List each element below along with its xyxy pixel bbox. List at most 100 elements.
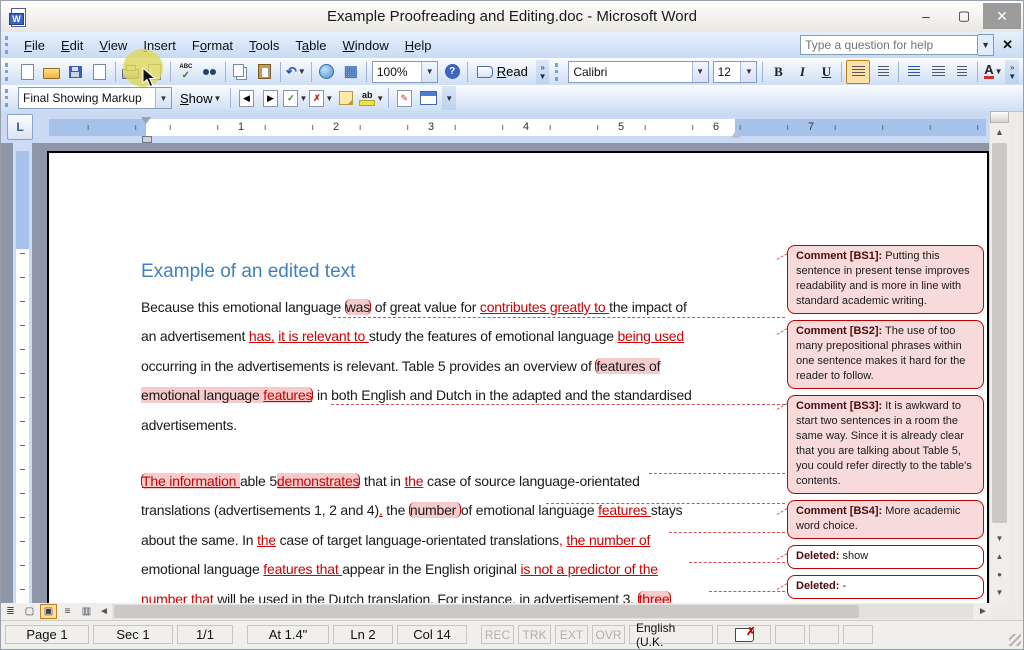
numbered-list-button[interactable] [903,61,925,83]
status-rec-toggle[interactable]: REC [481,625,514,644]
comment-balloon[interactable]: Comment [BS4]: More academic word choice… [787,500,984,539]
toolbar-grip[interactable] [5,36,13,54]
font-name-combobox[interactable]: Calibri ▼ [568,61,708,83]
scroll-left-icon[interactable]: ◄ [96,606,112,617]
font-size-combobox[interactable]: 12 ▼ [713,61,758,83]
chevron-down-icon[interactable]: ▼ [155,88,171,108]
toolbar-options-icon[interactable]: »▼ [536,60,550,84]
chevron-down-icon[interactable]: ▼ [995,67,1003,76]
hyperlink-button[interactable] [316,61,338,83]
text-line[interactable]: emotional language features in both Engl… [141,381,789,410]
menu-item-table[interactable]: Table [287,34,334,57]
permission-button[interactable] [89,61,111,83]
menu-item-file[interactable]: File [16,34,53,57]
select-browse-object-icon[interactable]: ● [990,565,1009,583]
copy-button[interactable] [230,61,252,83]
help-question-input[interactable] [800,35,978,55]
bullet-list-button[interactable] [927,61,949,83]
spelling-button[interactable] [175,61,197,83]
read-button[interactable]: Read [472,61,533,83]
status-ext-toggle[interactable]: EXT [555,625,588,644]
align-center-button[interactable] [872,61,894,83]
bold-button[interactable]: B [767,61,789,83]
left-indent-marker[interactable] [142,136,152,143]
underline-button[interactable]: U [815,61,837,83]
vertical-scrollbar[interactable]: ▲ ▼ ▲ ● ▼ [989,111,1009,603]
horizontal-scroll-thumb[interactable] [114,605,859,618]
status-trk-toggle[interactable]: TRK [518,625,551,644]
comment-balloon[interactable]: Comment [BS2]: The use of too many prepo… [787,320,984,389]
text-line[interactable]: about the same. In the case of target la… [141,526,789,555]
maximize-button[interactable]: ▢ [945,3,983,29]
save-button[interactable] [65,61,87,83]
text-line[interactable]: number that will be used in the Dutch tr… [141,585,789,603]
text-line[interactable]: emotional language features that appear … [141,555,789,584]
help-button[interactable]: ? [441,61,463,83]
status-ovr-toggle[interactable]: OVR [592,625,625,644]
toolbar-grip[interactable] [5,89,13,107]
undo-button[interactable]: ↶▼ [285,61,307,83]
print-layout-view-icon[interactable]: ▣ [40,604,57,619]
highlight-button[interactable]: ab▼ [359,87,384,109]
chevron-down-icon[interactable]: ▼ [376,94,384,103]
normal-view-icon[interactable]: ≣ [2,604,19,619]
menu-item-window[interactable]: Window [335,34,397,57]
text-line[interactable]: translations (advertisements 1, 2 and 4)… [141,496,789,525]
split-handle[interactable] [990,111,1009,123]
text-line[interactable]: an advertisement has, it is relevant to … [141,322,789,351]
new-document-button[interactable] [17,61,39,83]
reject-change-button[interactable]: ✗▼ [309,87,333,109]
reviewing-pane-button[interactable] [417,87,439,109]
document-page[interactable]: Example of an edited text Because this e… [47,151,989,603]
outline-view-icon[interactable]: ≡ [59,604,76,619]
web-layout-view-icon[interactable]: ▢ [21,604,38,619]
spellcheck-status[interactable] [717,625,771,644]
chevron-down-icon[interactable]: ▼ [325,94,333,103]
close-button[interactable]: ✕ [983,3,1021,29]
menu-item-help[interactable]: Help [397,34,440,57]
menu-item-tools[interactable]: Tools [241,34,287,57]
first-line-indent-marker[interactable] [141,117,151,129]
scroll-up-icon[interactable]: ▲ [990,123,1009,140]
menu-item-format[interactable]: Format [184,34,241,57]
vertical-scroll-thumb[interactable] [992,143,1007,523]
prev-change-button[interactable]: ◀ [235,87,257,109]
deleted-balloon[interactable]: Deleted: - [787,575,984,599]
italic-button[interactable]: I [791,61,813,83]
toolbar-grip[interactable] [555,63,563,81]
accept-change-button[interactable]: ✓▼ [283,87,307,109]
text-line[interactable]: The information able 5demonstrates that … [141,467,789,496]
next-change-button[interactable]: ▶ [259,87,281,109]
research-button[interactable] [199,61,221,83]
reading-view-icon[interactable]: ▥ [78,604,95,619]
comment-balloon[interactable]: Comment [BS3]: It is awkward to start tw… [787,395,984,494]
chevron-down-icon[interactable]: ▼ [692,62,708,82]
resize-grip[interactable] [1009,634,1021,646]
align-left-button[interactable] [846,60,870,84]
toolbar-options-icon[interactable]: ▼ [442,86,456,110]
chevron-down-icon[interactable]: ▼ [421,62,437,82]
track-changes-button[interactable]: ✎ [393,87,415,109]
text-line[interactable]: occurring in the advertisements is relev… [141,352,789,381]
font-color-button[interactable]: A▼ [982,61,1004,83]
chevron-down-icon[interactable]: ▼ [740,62,756,82]
text-line[interactable]: advertisements. [141,411,789,440]
scroll-down-icon[interactable]: ▼ [990,529,1009,547]
chevron-down-icon[interactable]: ▼ [298,67,306,76]
show-menu-button[interactable]: Show ▼ [175,87,226,109]
toolbar-grip[interactable] [5,63,13,81]
status-language[interactable]: English (U.K. [629,625,713,644]
indent-button[interactable] [951,61,973,83]
insert-table-button[interactable]: ▦ [340,61,362,83]
next-page-icon[interactable]: ▼ [990,583,1009,601]
deleted-balloon[interactable]: Deleted: show [787,545,984,569]
help-dropdown-icon[interactable]: ▼ [978,34,994,56]
menubar-close-icon[interactable]: ✕ [994,37,1023,53]
zoom-combobox[interactable]: 100% ▼ [372,61,438,83]
paste-button[interactable] [254,61,276,83]
previous-page-icon[interactable]: ▲ [990,547,1009,565]
comment-balloon[interactable]: Comment [BS1]: Putting this sentence in … [787,245,984,314]
toolbar-options-icon[interactable]: »▼ [1005,60,1019,84]
chevron-down-icon[interactable]: ▼ [299,94,307,103]
open-button[interactable] [41,61,63,83]
